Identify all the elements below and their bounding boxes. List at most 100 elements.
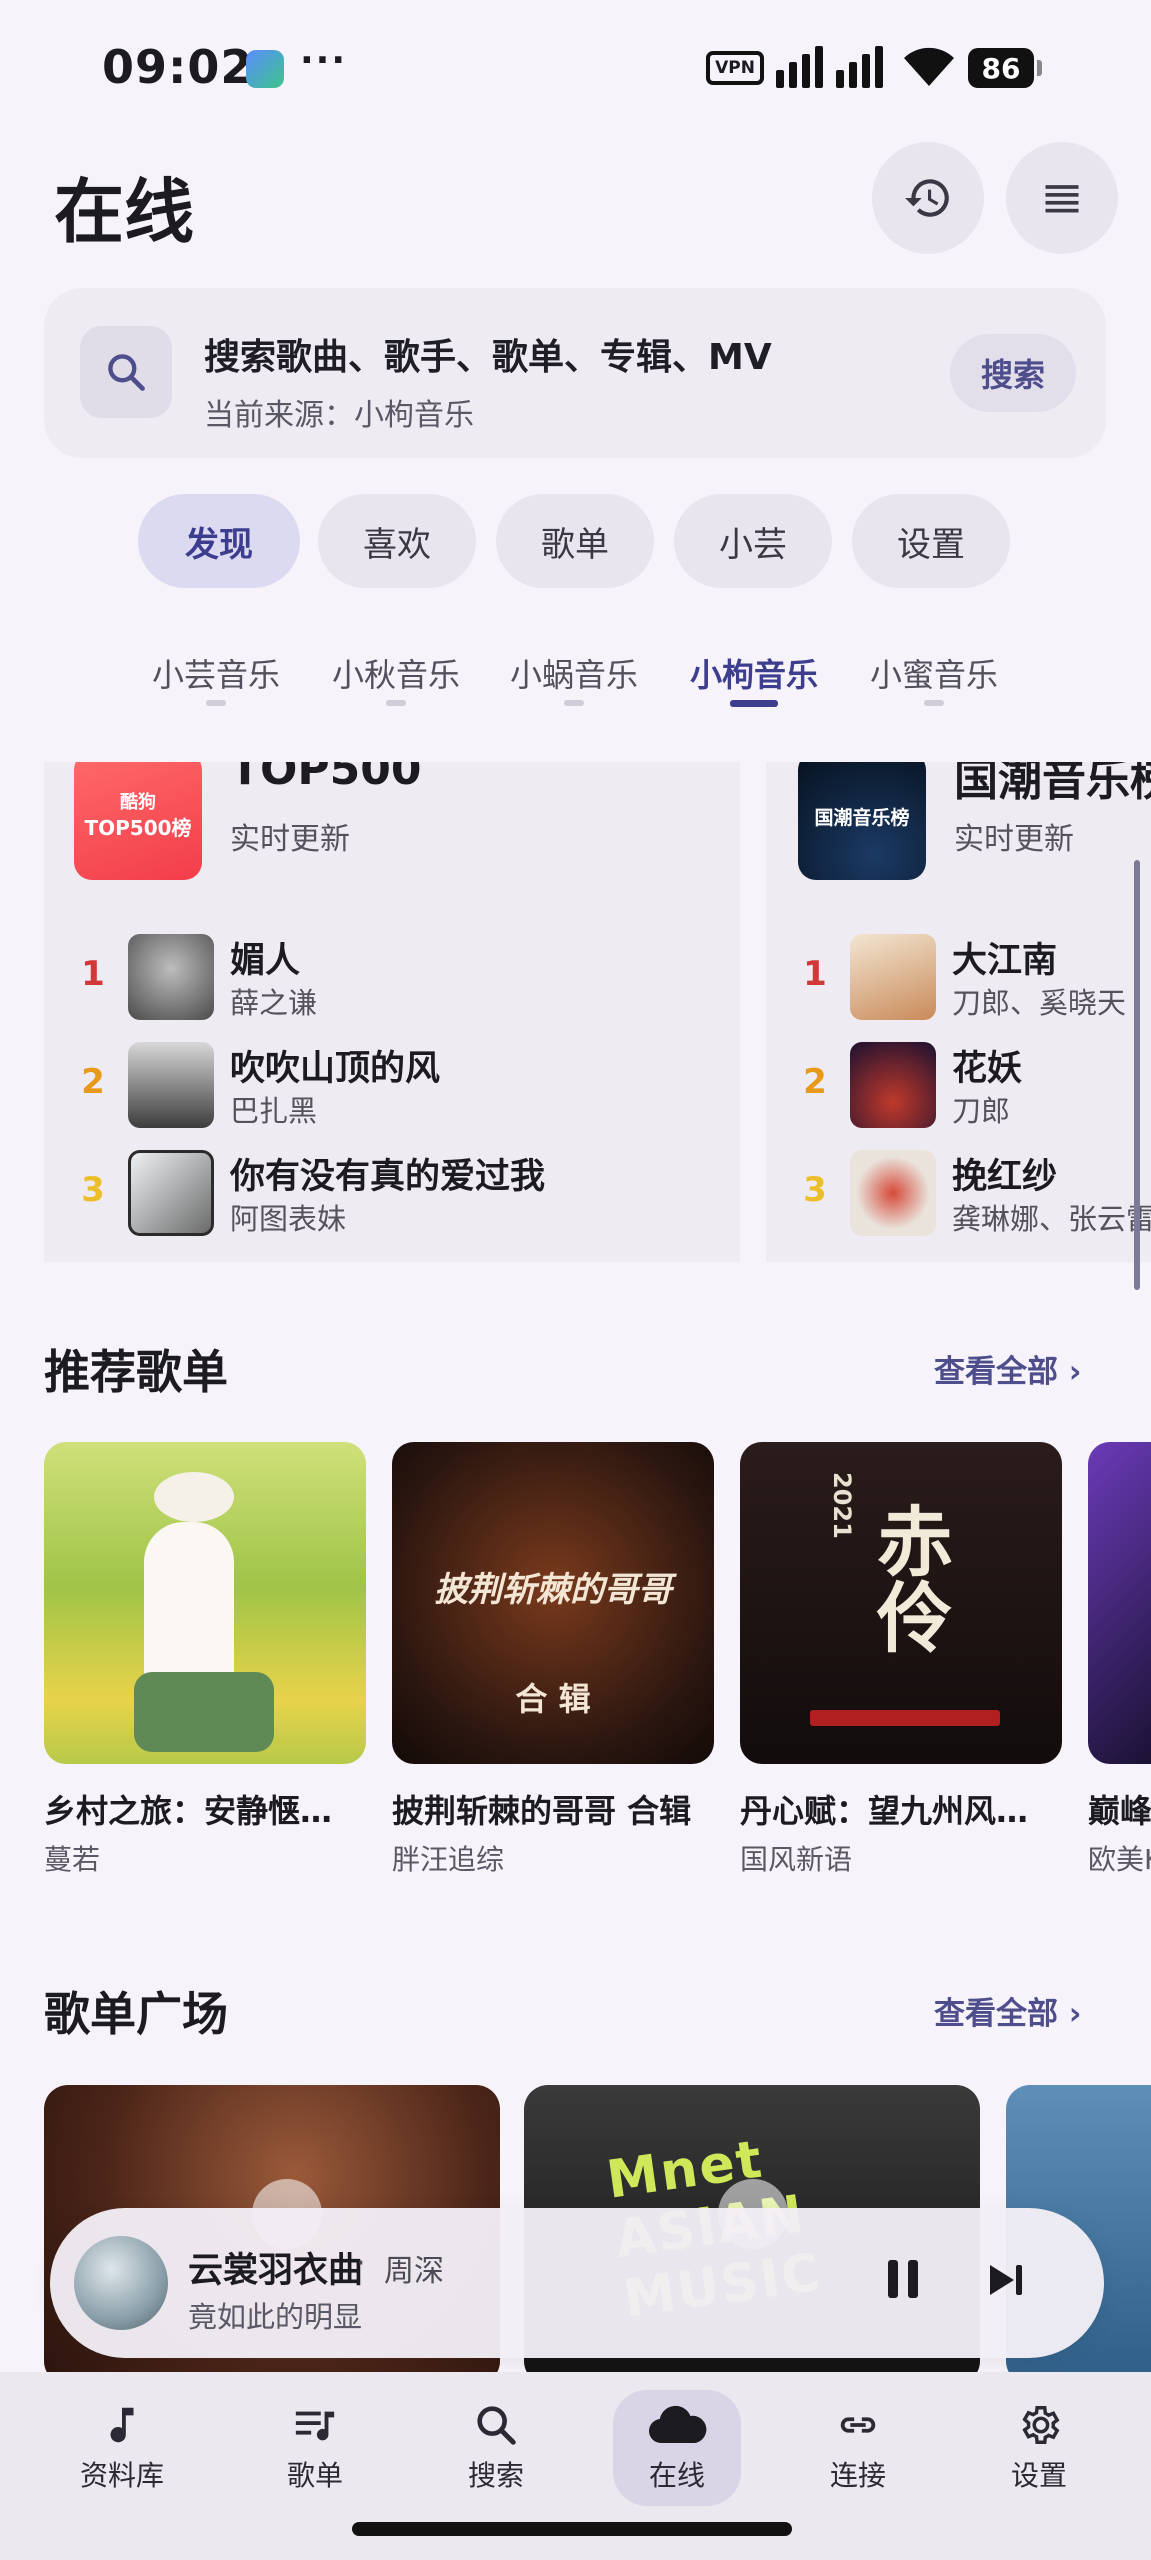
search-placeholder[interactable]: 搜索歌曲、歌手、歌单、专辑、MV — [204, 328, 772, 380]
playlist-author: 胖汪追综 — [392, 1843, 505, 1876]
playlist-cover: 2021 赤伶 — [740, 1442, 1062, 1764]
more-notifications-indicator: ··· — [300, 40, 348, 81]
playlist-name: 乡村之旅：安静惬… — [44, 1792, 333, 1830]
playlist-author: 欧美K — [1088, 1843, 1151, 1876]
gear-icon — [1022, 2406, 1060, 2444]
chart-subtitle: 实时更新 — [954, 822, 1074, 857]
skip-next-icon — [990, 2265, 1022, 2295]
search-icon — [477, 2406, 516, 2445]
home-indicator[interactable] — [352, 2522, 792, 2536]
song-thumbnail — [850, 1150, 936, 1236]
pause-button[interactable] — [880, 2260, 926, 2306]
menu-icon — [1045, 185, 1079, 213]
source-tab-xiaoqiu[interactable]: 小秋音乐 — [306, 650, 486, 696]
source-tab-xiaogou[interactable]: 小枸音乐 — [664, 650, 844, 696]
playlist-cover — [44, 1442, 366, 1764]
chip-xiaoyun[interactable]: 小芸 — [674, 494, 832, 588]
song-rank: 3 — [803, 1170, 827, 1210]
song-rank: 1 — [81, 954, 105, 994]
nav-label: 在线 — [648, 2459, 705, 2492]
playlist-author: 蔓若 — [44, 1843, 101, 1876]
song-rank: 1 — [803, 954, 827, 994]
chart-song-row[interactable]: 3 你有没有真的爱过我 阿图表妹 — [44, 1144, 740, 1236]
playlist-cover: 披荆斩棘的哥哥 合 辑 — [392, 1442, 714, 1764]
wifi-icon — [904, 47, 954, 86]
song-artist: 刀郎 — [952, 1094, 1011, 1128]
song-artist: 刀郎、奚晓天 — [952, 986, 1127, 1020]
see-all-label: 查看全部 — [934, 1354, 1058, 1390]
cover-text: 披荆斩棘的哥哥 — [434, 1570, 672, 1610]
playlist-name: 丹心赋：望九州风… — [740, 1792, 1029, 1830]
source-tab-xiaomi[interactable]: 小蜜音乐 — [844, 650, 1024, 696]
chart-song-row[interactable]: 3 挽红纱 龚琳娜、张云雷 — [766, 1144, 1151, 1236]
chart-song-row[interactable]: 1 大江南 刀郎、奚晓天 — [766, 928, 1151, 1020]
current-source-label: 当前来源：小枸音乐 — [204, 398, 474, 433]
cover-subtext: 合 辑 — [515, 1680, 591, 1718]
next-button[interactable] — [986, 2262, 1026, 2302]
nav-label: 连接 — [829, 2459, 886, 2492]
scrollbar[interactable] — [1134, 860, 1140, 1290]
chip-settings[interactable]: 设置 — [852, 494, 1010, 588]
chart-song-row[interactable]: 2 花妖 刀郎 — [766, 1036, 1151, 1128]
source-tab-indicator — [206, 700, 226, 706]
player-album-art[interactable] — [74, 2236, 168, 2330]
chart-carousel[interactable]: 酷狗 TOP500榜 TOP500 实时更新 1 媚人 薛之谦 2 吹吹山顶的风 … — [0, 762, 1151, 1262]
see-all-label: 查看全部 — [934, 1996, 1058, 2032]
nav-online[interactable]: 在线 — [602, 2390, 752, 2506]
chart-card[interactable]: 酷狗 TOP500榜 TOP500 实时更新 1 媚人 薛之谦 2 吹吹山顶的风 … — [44, 762, 740, 1262]
source-tab-xiaowo[interactable]: 小蜗音乐 — [484, 650, 664, 696]
chevron-right-icon: › — [1068, 1354, 1082, 1390]
link-icon — [840, 2417, 876, 2433]
chart-song-row[interactable]: 1 媚人 薛之谦 — [44, 928, 740, 1020]
history-button[interactable] — [872, 142, 984, 254]
source-tab-xiaoyun[interactable]: 小芸音乐 — [126, 650, 306, 696]
song-rank: 2 — [803, 1062, 827, 1102]
nav-label: 搜索 — [467, 2459, 524, 2492]
playlist-card[interactable]: 巅峰 欧美K — [1088, 1442, 1151, 1878]
cloud-icon — [648, 2405, 707, 2443]
section-title-square: 歌单广场 — [44, 1987, 228, 2041]
player-artist: 周深 — [384, 2254, 444, 2289]
nav-connect[interactable]: 连接 — [783, 2390, 933, 2506]
chart-song-row[interactable]: 2 吹吹山顶的风 巴扎黑 — [44, 1036, 740, 1128]
song-rank: 3 — [81, 1170, 105, 1210]
source-tab-indicator — [564, 700, 584, 706]
nav-search[interactable]: 搜索 — [421, 2390, 571, 2506]
search-icon-button[interactable] — [80, 326, 172, 418]
song-thumbnail — [128, 1042, 214, 1128]
nav-settings[interactable]: 设置 — [964, 2390, 1114, 2506]
nav-library[interactable]: 资料库 — [47, 2390, 197, 2506]
chip-favorites[interactable]: 喜欢 — [318, 494, 476, 588]
see-all-square[interactable]: 查看全部 › — [934, 1988, 1082, 2033]
song-artist: 薛之谦 — [230, 986, 318, 1020]
chart-name: TOP500 — [230, 762, 422, 795]
chart-card[interactable]: 国潮音乐榜 国潮音乐榜 实时更新 1 大江南 刀郎、奚晓天 2 花妖 刀郎 3 … — [766, 762, 1151, 1262]
cover-year: 2021 — [828, 1472, 856, 1539]
nav-playlists[interactable]: 歌单 — [240, 2390, 390, 2506]
song-thumbnail — [128, 1150, 214, 1236]
vpn-icon: VPN — [706, 51, 764, 85]
playlist-card[interactable]: 2021 赤伶 丹心赋：望九州风… 国风新语 — [740, 1442, 1062, 1878]
search-icon — [108, 354, 145, 391]
song-artist: 龚琳娜、张云雷 — [952, 1202, 1151, 1236]
menu-button[interactable] — [1006, 142, 1118, 254]
playlist-card[interactable]: 披荆斩棘的哥哥 合 辑 披荆斩棘的哥哥 合辑 胖汪追综 — [392, 1442, 714, 1878]
player-song-title: 云裳羽衣曲 — [188, 2251, 364, 2291]
playlist-name: 披荆斩棘的哥哥 合辑 — [392, 1792, 692, 1830]
chart-name: 国潮音乐榜 — [954, 762, 1151, 806]
pause-icon — [888, 2260, 918, 2306]
search-button[interactable]: 搜索 — [950, 334, 1076, 412]
playlist-card[interactable]: 乡村之旅：安静惬… 蔓若 — [44, 1442, 366, 1878]
chevron-right-icon: › — [1068, 1996, 1082, 2032]
signal-icon — [776, 46, 883, 88]
chip-discover[interactable]: 发现 — [138, 494, 300, 588]
playlist-icon — [295, 2411, 335, 2441]
chip-playlists[interactable]: 歌单 — [496, 494, 654, 588]
status-time: 09:02 — [102, 40, 254, 94]
song-thumbnail — [850, 934, 936, 1020]
chart-cover: 国潮音乐榜 — [798, 762, 926, 880]
chart-subtitle: 实时更新 — [230, 822, 350, 857]
section-title-recommended: 推荐歌单 — [44, 1345, 228, 1399]
song-thumbnail — [850, 1042, 936, 1128]
see-all-recommended[interactable]: 查看全部 › — [934, 1346, 1082, 1391]
